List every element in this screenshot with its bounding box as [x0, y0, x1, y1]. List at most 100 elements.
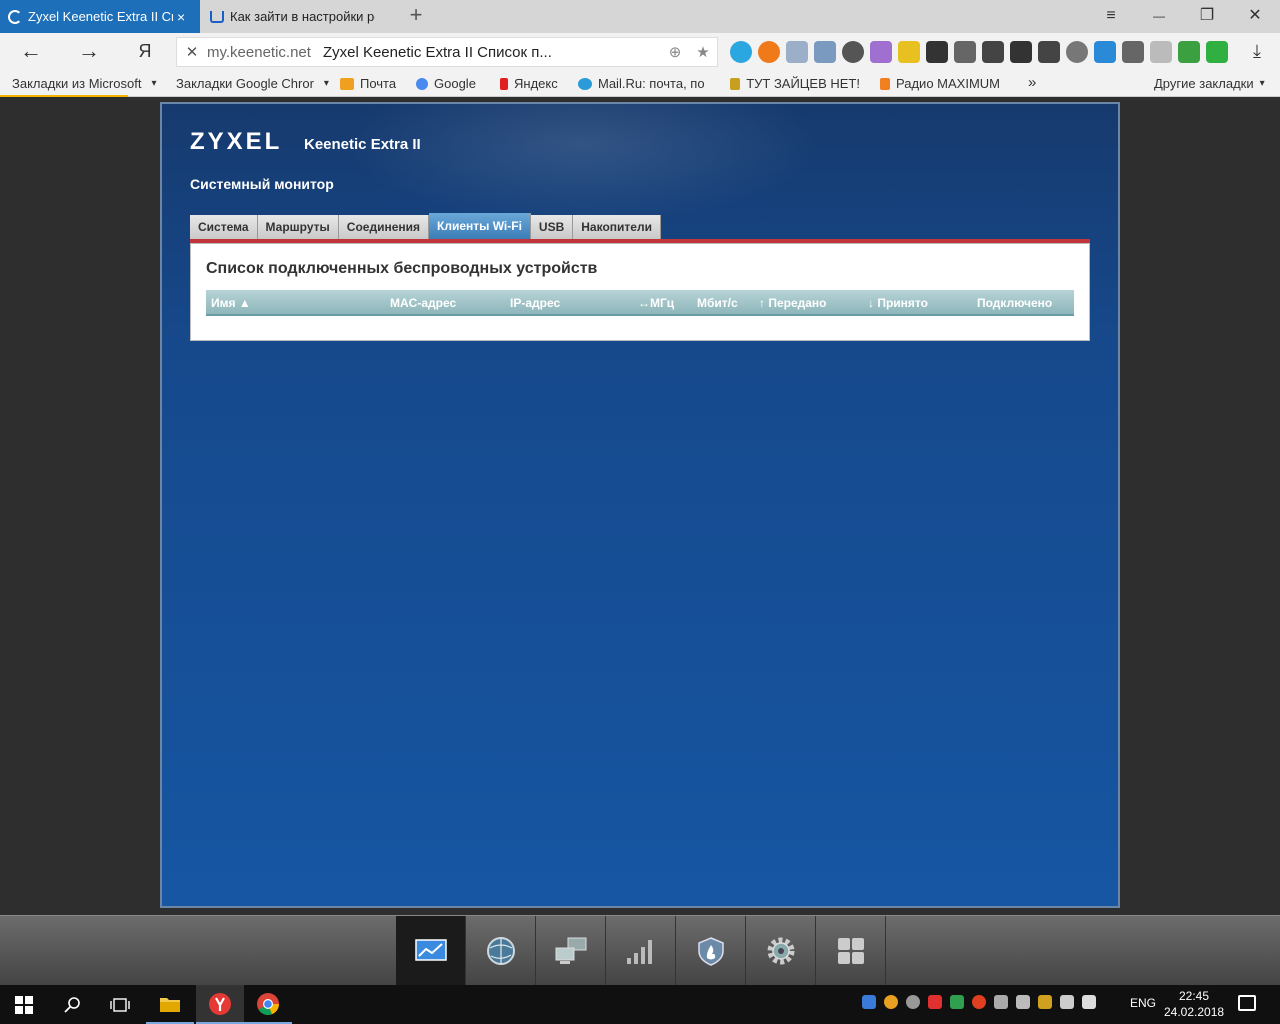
back-button[interactable]: ←: [18, 40, 44, 64]
tab-connections[interactable]: Соединения: [338, 215, 429, 239]
bookmark-google-chrome[interactable]: Закладки Google Chror ▾: [176, 76, 329, 91]
extension-ghost-icon[interactable]: [1150, 41, 1172, 63]
dropdown-caret-icon: ▾: [1259, 78, 1265, 89]
dock-home-network-button[interactable]: [536, 916, 606, 986]
browser-tab-howto[interactable]: Как зайти в настройки роу: [202, 0, 398, 33]
tray-google-icon[interactable]: [862, 995, 876, 1009]
tray-volume-icon[interactable]: [1082, 995, 1096, 1009]
task-view-button[interactable]: [96, 985, 144, 1024]
monitor-icon: [414, 939, 447, 961]
tab-system[interactable]: Система: [190, 215, 258, 239]
bookmark-microsoft[interactable]: Закладки из Microsoft ▾: [12, 76, 156, 91]
extension-weather-icon[interactable]: [786, 41, 808, 63]
extension-dots-icon[interactable]: [1038, 41, 1060, 63]
new-tab-button[interactable]: +: [405, 4, 427, 28]
yandex-browser-button[interactable]: [196, 985, 244, 1024]
extension-evernote-icon[interactable]: [982, 41, 1004, 63]
restore-button[interactable]: ❐: [1196, 6, 1218, 26]
notifications-icon[interactable]: [1238, 995, 1256, 1011]
tab-routes[interactable]: Маршруты: [257, 215, 339, 239]
forward-button[interactable]: →: [76, 40, 102, 64]
column-mbps[interactable]: Мбит/с: [697, 296, 738, 310]
downloads-icon[interactable]: ⤓: [1246, 41, 1268, 63]
system-clock[interactable]: 22:45 24.02.2018: [1164, 988, 1224, 1020]
close-window-button[interactable]: ✕: [1244, 6, 1266, 26]
extension-shield-icon[interactable]: [1206, 41, 1228, 63]
yandex-button[interactable]: Я: [132, 40, 158, 64]
tray-network-icon[interactable]: [1060, 995, 1074, 1009]
clock-date: 24.02.2018: [1164, 1005, 1225, 1019]
tray-defender-icon[interactable]: [928, 995, 942, 1009]
extension-pen-icon[interactable]: [870, 41, 892, 63]
bookmark-zaitsev[interactable]: ТУТ ЗАЙЦЕВ НЕТ!: [730, 76, 860, 91]
other-bookmarks[interactable]: Другие закладки ▾: [1154, 76, 1265, 91]
extension-circle-icon[interactable]: [1066, 41, 1088, 63]
windows-logo-icon: [15, 995, 33, 1014]
browser-tab-keenetic[interactable]: Zyxel Keenetic Extra II Сп ×: [0, 0, 200, 33]
extension-bulb-icon[interactable]: [842, 41, 864, 63]
bookmark-google[interactable]: Google: [416, 76, 476, 91]
address-bar[interactable]: ✕ my.keenetic.net Zyxel Keenetic Extra I…: [176, 37, 718, 67]
tray-monitor-icon[interactable]: [994, 995, 1008, 1009]
protect-icon[interactable]: ⊕: [661, 43, 689, 61]
dock-security-button[interactable]: [676, 916, 746, 986]
apps-icon: [837, 938, 864, 964]
tab-title: Zyxel Keenetic Extra II Сп: [28, 9, 173, 24]
column-ip[interactable]: IP-адрес: [510, 296, 560, 310]
bookmark-star-icon[interactable]: ★: [689, 43, 717, 61]
chrome-button[interactable]: [244, 985, 292, 1024]
router-dock: [0, 915, 1280, 986]
tray-flower-icon[interactable]: [884, 995, 898, 1009]
column-name[interactable]: Имя ▲: [211, 296, 251, 310]
extension-download-icon[interactable]: [1178, 41, 1200, 63]
column-connected[interactable]: Подключено: [977, 296, 1052, 310]
column-mhz[interactable]: ↔МГц: [638, 296, 674, 310]
column-mac[interactable]: MAC-адрес: [390, 296, 456, 310]
tab-usb[interactable]: USB: [530, 215, 574, 239]
stop-loading-icon[interactable]: ✕: [177, 43, 207, 61]
extension-notes-icon[interactable]: [898, 41, 920, 63]
extension-search-icon[interactable]: [954, 41, 976, 63]
browser-menu-icon[interactable]: ≡: [1100, 6, 1122, 26]
search-button[interactable]: [48, 985, 96, 1024]
close-tab-icon[interactable]: ×: [177, 9, 185, 25]
tab-wifi-clients[interactable]: Клиенты Wi-Fi: [429, 213, 531, 239]
tray-sync-icon[interactable]: [950, 995, 964, 1009]
tray-tools-icon[interactable]: [1038, 995, 1052, 1009]
start-button[interactable]: [0, 985, 48, 1024]
dock-wifi-button[interactable]: [606, 916, 676, 986]
folder-icon: [160, 997, 180, 1012]
column-sent[interactable]: ↑ Передано: [759, 296, 827, 310]
dock-monitor-button[interactable]: [396, 916, 466, 986]
extension-headphones-icon[interactable]: [758, 41, 780, 63]
bookmark-pochta[interactable]: Почта: [340, 76, 396, 91]
column-received[interactable]: ↓ Принято: [868, 296, 928, 310]
browser-tab-bar: Zyxel Keenetic Extra II Сп × Как зайти в…: [0, 0, 1280, 33]
router-panel: ZYXEL Keenetic Extra II Системный монито…: [160, 102, 1120, 908]
dropdown-caret-icon: ▾: [323, 78, 329, 89]
extension-cloud-icon[interactable]: [1094, 41, 1116, 63]
model-name: Keenetic Extra II: [304, 136, 421, 153]
extension-mail-icon[interactable]: [814, 41, 836, 63]
dock-system-button[interactable]: [746, 916, 816, 986]
more-bookmarks-button[interactable]: »: [1028, 74, 1036, 91]
file-explorer-button[interactable]: [146, 985, 194, 1024]
tray-opera-icon[interactable]: [972, 995, 986, 1009]
tray-webcam-icon[interactable]: [906, 995, 920, 1009]
monitor-tabs: Система Маршруты Соединения Клиенты Wi-F…: [190, 213, 661, 239]
tray-keyboard-icon[interactable]: [1016, 995, 1030, 1009]
extension-play-icon[interactable]: [730, 41, 752, 63]
bookmark-label: Почта: [360, 76, 397, 91]
tab-storage[interactable]: Накопители: [573, 215, 661, 239]
dock-apps-button[interactable]: [816, 916, 886, 986]
dropdown-caret-icon: ▾: [151, 78, 157, 89]
input-language[interactable]: ENG: [1130, 996, 1156, 1010]
dock-internet-button[interactable]: [466, 916, 536, 986]
bookmark-yandex[interactable]: Яндекс: [500, 76, 558, 91]
extension-pin-icon[interactable]: [926, 41, 948, 63]
bookmark-mailru[interactable]: Mail.Ru: почта, по: [578, 76, 712, 91]
minimize-button[interactable]: —: [1148, 6, 1170, 26]
bookmark-radio-maximum[interactable]: Радио MAXIMUM: [880, 76, 1012, 91]
extension-arrow-icon[interactable]: [1122, 41, 1144, 63]
extension-pocket-icon[interactable]: [1010, 41, 1032, 63]
